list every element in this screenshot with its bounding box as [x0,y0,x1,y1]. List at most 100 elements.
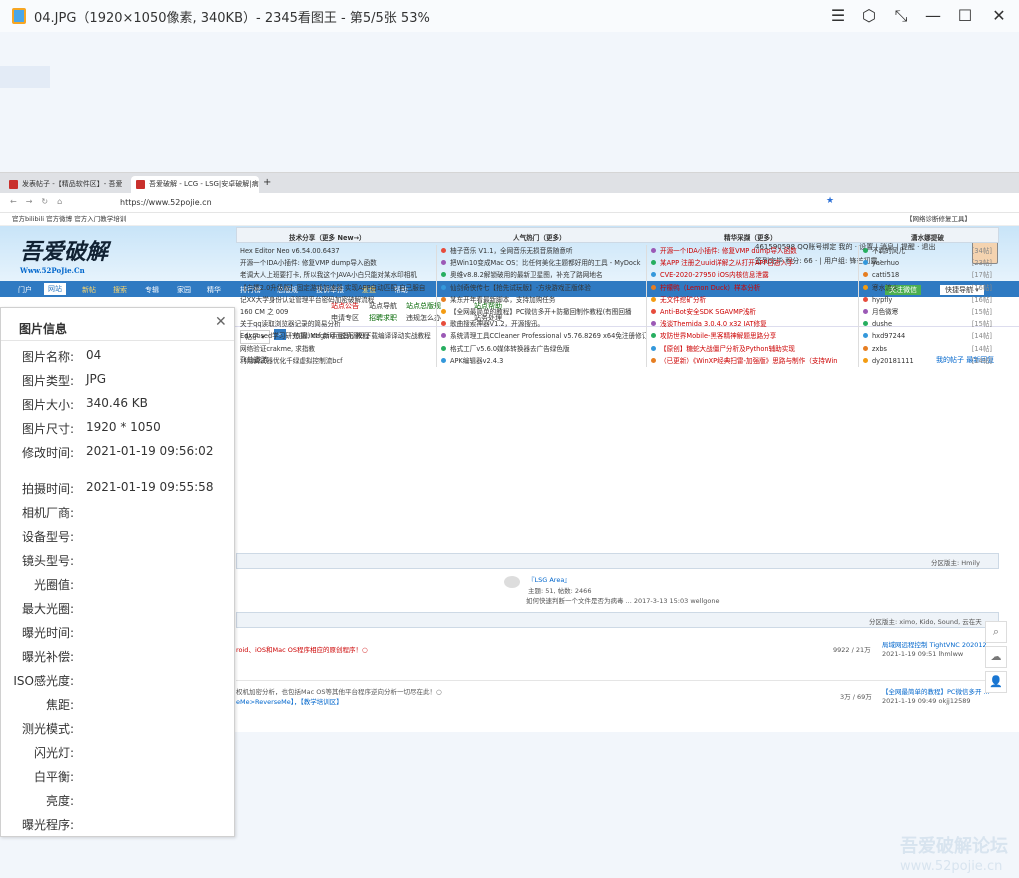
bullet-icon [863,296,868,302]
list-item[interactable]: 寒水流火 [16帖] [859,282,998,294]
list-item-label: 开源一个IDA小插件: 修复VMP dump导入函数 [660,247,797,255]
browser-tab[interactable]: 发表帖子 -【精品软件区】- 吾爱 [4,176,129,193]
list-item[interactable]: Anti-Bot安全SDK SGAVMP浅析 [647,306,858,318]
list-item[interactable]: dy20181111 [14帖] [859,355,998,367]
grid-header: 技术分享（更多 New→） 人气热门（更多） 精华采撷（更多） 潇水娜提破 [236,227,999,243]
list-item[interactable]: catti518 [17帖] [859,269,998,281]
column-title[interactable]: 技术分享（更多 New→） [289,232,366,242]
list-item[interactable]: 某东开年看最新脚本，支持加购任务 [437,294,646,306]
network-tool-link[interactable]: 【网络诊断修复工具】 [906,213,971,226]
favicon-icon [136,180,145,189]
list-item[interactable]: hypfly [16帖] [859,294,998,306]
list-item-label: APK编辑器v2.4.3 [450,356,504,365]
list-item[interactable]: 记XX大学身份认证管理平台密码加密破解流程 [236,294,434,306]
nav-item[interactable]: 搜索 [113,285,127,295]
list-item[interactable]: CVE-2020-27950 iOS内核信息泄露 [647,269,858,281]
list-item[interactable]: 奥维v8.8.2解锁破用的最新卫星图，补充了路网地名 [437,269,646,281]
list-item[interactable]: 160 CM 之 009 [236,306,434,318]
list-item[interactable]: 【原创】糖蛇大战僵尸分析及Python辅助实现 [647,343,858,355]
list-item[interactable]: 网络验证crakme, 求指教 [236,343,434,355]
list-item[interactable]: 歌曲搜索神器V1.2，开源搜迅。 [437,318,646,330]
list-item-label: 【全网最简单的教程】PC微信多开+防撤回制作教程(有图回播 [450,307,632,316]
column-title[interactable]: 精华采撷（更多） [724,232,777,242]
forum-last-post[interactable]: 如何快速判断一个文件是否为病毒 ... 2017-3-13 15:03 well… [526,595,719,605]
bookmarks[interactable]: 官方bilibili 官方微博 官方入门教学培训 [12,215,126,223]
list-item[interactable]: 某APP 注册之uuid详解之从打开APP日志入手 [647,257,858,269]
post-count: [14帖] [971,332,992,341]
info-key: 相机厂商: [21,506,74,520]
forum-last-post[interactable]: 局域网远程控制 TightVNC 202012 ... [882,639,995,649]
list-item[interactable]: Edxposed学习研究(四)Magisk(面具)源码下载编译译动实战教程 [236,330,434,342]
nav-buttons[interactable]: ←→↻⌂ [10,197,71,206]
star-icon[interactable]: ★ [826,196,834,206]
minimize-button[interactable]: — [921,4,945,28]
info-key: 修改时间: [21,446,74,460]
forum-title[interactable]: 『LSG Area』 [528,574,571,584]
nav-item[interactable]: 家园 [177,285,191,295]
search-side-icon[interactable]: ⌕ [985,621,1007,643]
fullscreen-icon[interactable]: ⤡ [889,4,913,28]
new-tab-icon[interactable]: + [263,177,271,188]
column-tech: Hex Editor Neo v6.54.00.6437 开源一个IDA小插件: … [236,245,434,367]
column-title[interactable]: 人气热门（更多） [513,232,566,242]
forum-stats: 主题: 51, 帖数: 2466 [528,587,592,595]
user-icon[interactable]: 👤 [985,671,1007,693]
nav-item[interactable]: 门户 [18,285,32,295]
list-item[interactable]: dushe [15帖] [859,318,998,330]
bullet-icon [651,272,656,278]
list-item[interactable]: 把Win10变成Mac OS：比任何美化主题都好用的工具 - MyDock [437,257,646,269]
list-item-label: catti518 [872,271,900,280]
list-item[interactable]: 无文件挖矿分析 [647,294,858,306]
list-item[interactable]: 开源一个IDA小插件: 修复VMP dump导入函数 [647,245,858,257]
list-item-label: 把Win10变成Mac OS：比任何美化主题都好用的工具 - MyDock [450,259,641,268]
maximize-button[interactable]: ☐ [953,4,977,28]
skin-icon[interactable]: ⬡ [857,4,881,28]
list-item[interactable]: 利用调试器优化千绿虚拟控制流bcf [236,355,434,367]
list-item[interactable]: 系统清理工具CCleaner Professional v5.76.8269 x… [437,330,646,342]
list-item[interactable]: 【全网最简单的教程】PC微信多开+防撤回制作教程(有图回播 [437,306,646,318]
list-item[interactable]: 月色微寒 [15帖] [859,306,998,318]
list-item[interactable]: 开源一个IDA小插件: 修复VMP dump导入函数 [236,257,434,269]
site-logo[interactable]: 吾爱破解 Www.52PoJie.Cn [20,234,108,275]
forum-count: 9922 / 21万 [833,646,871,654]
list-item[interactable]: 攻防世界Mobile-黑客精神解题思路分享 [647,330,858,342]
list-item[interactable]: （已更新）《WinXP经典扫雷-加强版》思路与制作（支持Win [647,355,858,367]
info-row: 图片大小: 340.46 KB [1,396,236,413]
forum-last-post[interactable]: 【全网最简单的教程】PC微信多开 ... [882,686,990,696]
list-item-label: zxbs [872,344,887,353]
forum-icon [504,576,520,588]
nav-item[interactable]: 精华 [207,285,221,295]
close-button[interactable]: ✕ [987,4,1011,28]
list-item[interactable]: 格式工厂v5.6.0媒体转换器去广告绿色版 [437,343,646,355]
list-item[interactable]: 【白嫖2.0升级版】固定游戏加速器 实现APP自动匹配 自己服自 [236,282,434,294]
list-item[interactable]: zxbs [14帖] [859,343,998,355]
list-item[interactable]: Hex Editor Neo v6.54.00.6437 [236,245,434,257]
menu-icon[interactable]: ☰ [826,4,850,28]
nav-item[interactable]: 新帖 [82,285,96,295]
list-item[interactable]: 仙剑奇侠传七【抢先试玩版】-方块游戏正版体验 [437,282,646,294]
list-item[interactable]: 老调大人上班要打卡, 所以我这个JAVA小白只能对某水印相机 [236,269,434,281]
column-users: 不羁的风儿 [34帖] yaerhuo [23帖] catti518 [17帖] 寒水流火 [… [858,245,998,367]
list-item[interactable]: 浅谈Themida 3.0.4.0 x32 IAT修复 [647,318,858,330]
list-item[interactable]: 柚子音乐 V1.1，全网音乐无损音质随意听 [437,245,646,257]
panel-close-icon[interactable]: ✕ [215,314,227,330]
bullet-icon [651,248,656,253]
info-key: ISO感光度: [13,674,74,688]
url-input[interactable]: https://www.52pojie.cn [120,195,840,211]
nav-item[interactable]: 专辑 [145,285,159,295]
list-item[interactable]: yaerhuo [23帖] [859,257,998,269]
chat-icon[interactable]: ☁ [985,646,1007,668]
forum-desc: 权机加密分析，也包括Mac OS等其他平台程序逆向分析一切尽在此！○ [236,688,442,696]
moderators: 分区版主: Hmily [931,559,980,567]
browser-tab-active[interactable]: 吾爱破解 - LCG - LSG|安卓破解|病 [131,176,259,193]
list-item[interactable]: 不羁的风儿 [34帖] [859,245,998,257]
forum-desc: roid、iOS和Mac OS程序相应的原创程序！○ [236,646,368,654]
moderators: 分区版主: ximo, Kido, Sound, 云在天 [869,618,982,626]
info-row: 镜头型号: [1,552,236,569]
list-item[interactable]: APK编辑器v2.4.3 [437,355,646,367]
list-item[interactable]: hxd97244 [14帖] [859,330,998,342]
list-item[interactable]: 柠檬鸭（Lemon Duck）样本分析 [647,282,858,294]
nav-item-active[interactable]: 网站 [44,283,66,295]
list-item[interactable]: 关于qq读取浏览器记录的简易分析 [236,318,434,330]
forum-desc-links[interactable]: eMe>ReverseMe】，【教学培训区】 [236,696,343,706]
